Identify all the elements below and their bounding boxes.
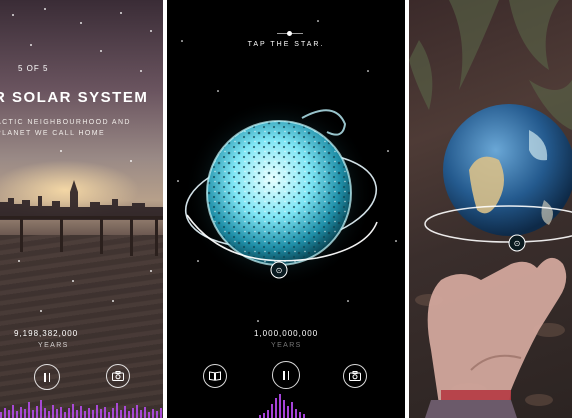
snow-particle [40, 310, 42, 312]
chapter-subtitle-line2: PLANET WE CALL HOME [0, 130, 106, 137]
deck-railing [0, 216, 163, 256]
snow-particle [100, 50, 102, 52]
snow-particle [12, 14, 14, 16]
screen-solar-system: 5 OF 5 R SOLAR SYSTEM ACTIC NEIGHBOURHOO… [0, 0, 163, 418]
book-icon [209, 371, 221, 381]
chapter-subtitle: ACTIC NEIGHBOURHOOD AND PLANET WE CALL H… [0, 117, 131, 139]
wooden-deck [0, 235, 163, 418]
audio-waveform [0, 400, 162, 418]
info-book-button[interactable] [203, 364, 227, 388]
pause-button[interactable] [34, 364, 60, 390]
snow-particle [18, 260, 20, 262]
snow-particle [120, 12, 122, 14]
pause-button[interactable] [272, 361, 300, 389]
pause-icon [283, 370, 289, 380]
audio-waveform [259, 394, 305, 418]
years-counter: 1,000,000,000 [254, 329, 319, 338]
snow-particle [30, 44, 32, 46]
snow-particle [60, 150, 62, 152]
chapter-counter: 5 OF 5 [18, 64, 49, 73]
years-label: YEARS [271, 342, 302, 349]
info-icon: ⊙ [276, 266, 283, 275]
snow-particle [150, 270, 152, 272]
chapter-title: R SOLAR SYSTEM [0, 89, 149, 106]
years-label: YEARS [38, 342, 69, 349]
camera-icon [112, 371, 124, 381]
camera-button[interactable] [106, 364, 130, 388]
snow-particle [80, 22, 82, 24]
chapter-subtitle-line1: ACTIC NEIGHBOURHOOD AND [0, 119, 131, 126]
snow-particle [44, 8, 46, 10]
snow-particle [112, 300, 114, 302]
camera-icon [349, 371, 361, 381]
camera-button[interactable] [343, 364, 367, 388]
info-icon: ⊙ [514, 239, 521, 248]
earth-visualization[interactable]: ⊙ [409, 0, 572, 418]
snow-particle [140, 70, 142, 72]
screen-ar-planet: ⊙ [409, 0, 572, 418]
snow-particle [72, 280, 74, 282]
years-counter: 9,198,382,000 [14, 329, 79, 338]
pause-icon [44, 372, 50, 382]
screen-tap-the-star: TAP THE STAR. ⊙ 1,000,000,000 YEARS [167, 0, 405, 418]
snow-particle [150, 30, 152, 32]
star-visualization[interactable]: ⊙ [167, 0, 405, 418]
snow-particle [130, 160, 132, 162]
